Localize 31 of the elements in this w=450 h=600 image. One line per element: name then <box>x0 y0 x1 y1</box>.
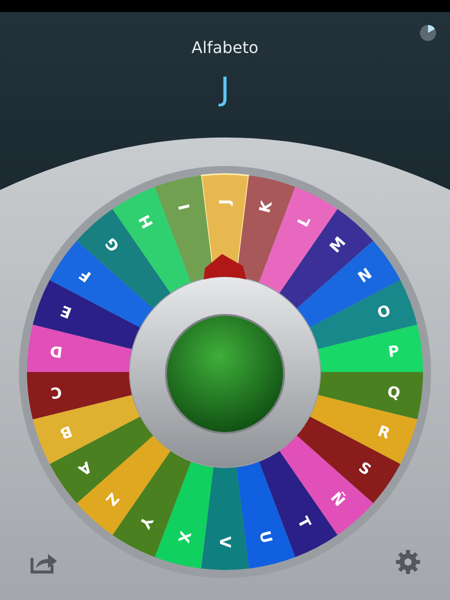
segment-label: U <box>255 529 276 546</box>
segment-label: T <box>294 514 314 532</box>
segment-label: O <box>374 301 394 322</box>
segment-label: E <box>58 301 74 322</box>
segment-label: M <box>326 233 350 256</box>
segment-label: I <box>174 202 194 212</box>
segment-label: S <box>355 458 374 480</box>
app-title: Alfabeto <box>192 37 258 59</box>
segment-label: D <box>48 342 64 362</box>
segment-label: N <box>354 264 376 286</box>
spin-button[interactable] <box>165 314 285 434</box>
segment-label: H <box>135 212 157 232</box>
segment-label: C <box>50 382 63 402</box>
segment-label: V <box>216 536 234 548</box>
segment-label: R <box>375 422 393 443</box>
result-letter: J <box>220 69 230 109</box>
segment-label: L <box>294 213 314 230</box>
segment-label: B <box>58 422 75 443</box>
segment-label: A <box>75 458 95 480</box>
segment-label: P <box>387 342 400 362</box>
segment-label: X <box>174 529 194 545</box>
segment-label: Ñ <box>326 488 349 510</box>
segment-label: F <box>76 265 94 286</box>
wheel-icon[interactable] <box>419 24 437 42</box>
settings-icon[interactable] <box>395 549 421 575</box>
segment-label: K <box>256 199 276 215</box>
segment-label: J <box>216 199 234 205</box>
segment-label: G <box>101 234 124 256</box>
segment-label: Z <box>102 489 123 510</box>
segment-label: Q <box>386 382 402 402</box>
segment-label: Y <box>136 514 156 532</box>
